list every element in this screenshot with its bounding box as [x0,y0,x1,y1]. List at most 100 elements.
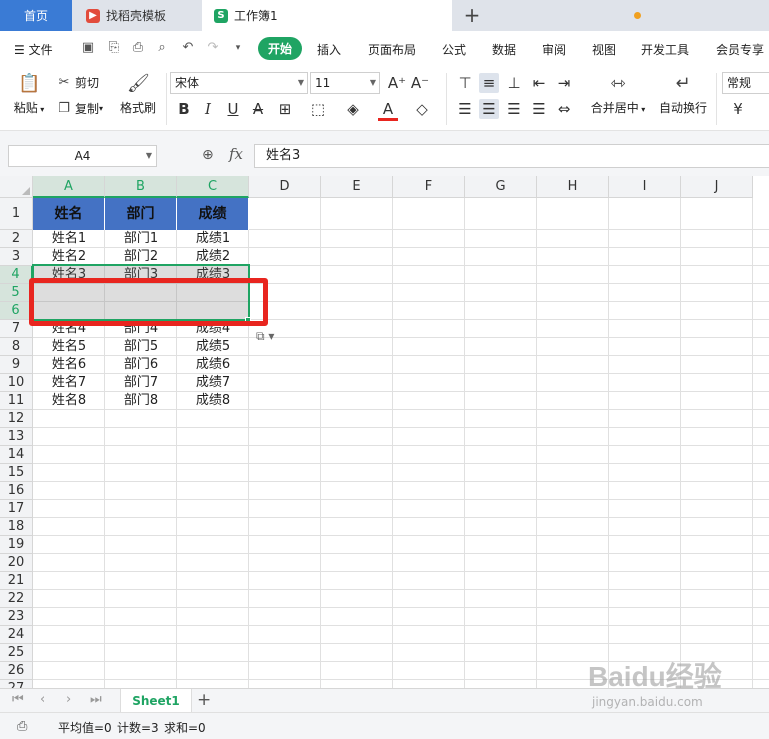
menu-insert[interactable]: 插入 [317,41,341,58]
distributed-icon[interactable]: ⇔ [554,99,574,119]
table-cell[interactable]: 成绩1 [177,230,249,248]
table-cell[interactable]: 成绩5 [177,338,249,356]
row-header-11[interactable]: 11 [0,392,33,410]
menu-member[interactable]: 会员专享 [716,41,764,58]
menu-data[interactable]: 数据 [492,41,516,58]
underline-icon[interactable]: U [223,99,243,119]
redo-icon[interactable]: ↷ [205,40,221,56]
paste-button[interactable]: 📋 粘贴 ▾ [10,73,48,116]
font-size-select[interactable]: 11 ▼ [310,72,380,94]
column-header-i[interactable]: I [609,176,681,198]
row-header-14[interactable]: 14 [0,446,33,464]
new-tab-icon[interactable]: + [461,4,483,26]
align-bottom-icon[interactable]: ⊥ [504,73,524,93]
export-pdf-icon[interactable]: ⎘ [106,40,122,56]
row-header-19[interactable]: 19 [0,536,33,554]
row-header-3[interactable]: 3 [0,248,33,266]
row-header-24[interactable]: 24 [0,626,33,644]
zoom-icon[interactable]: ⊕ [202,147,214,163]
row-header-12[interactable]: 12 [0,410,33,428]
table-cell[interactable]: 姓名5 [33,338,105,356]
formula-input[interactable]: 姓名3 [254,144,769,168]
copy-button[interactable]: ❐ 复制 ▾ [56,100,103,117]
last-sheet-icon[interactable]: ⏭ [90,692,102,707]
prev-sheet-icon[interactable]: ‹ [40,692,45,707]
table-cell[interactable]: 部门7 [105,374,177,392]
table-cell[interactable]: 成绩7 [177,374,249,392]
font-color-icon[interactable]: A [378,99,398,121]
table-cell[interactable]: 成绩8 [177,392,249,410]
row-header-27[interactable]: 27 [0,680,33,688]
fx-icon[interactable]: fx [229,145,243,163]
row-header-10[interactable]: 10 [0,374,33,392]
row-header-8[interactable]: 8 [0,338,33,356]
column-header-d[interactable]: D [249,176,321,198]
decrease-indent-icon[interactable]: ⇤ [529,73,549,93]
menu-developer[interactable]: 开发工具 [641,41,689,58]
file-menu[interactable]: ☰ 文件 [14,41,53,58]
select-all-corner[interactable] [0,176,33,198]
add-sheet-icon[interactable]: + [197,690,211,710]
customize-quick-access-icon[interactable]: ▾ [230,40,246,56]
print-preview-icon[interactable]: ⌕ [154,40,170,56]
italic-icon[interactable]: I [198,99,218,119]
sheet-tab-sheet1[interactable]: Sheet1 [120,689,192,713]
row-header-25[interactable]: 25 [0,644,33,662]
row-header-26[interactable]: 26 [0,662,33,680]
row-header-9[interactable]: 9 [0,356,33,374]
cut-button[interactable]: ✂ 剪切 [56,74,99,91]
decrease-font-icon[interactable]: A⁻ [410,73,430,93]
borders-icon[interactable]: ⊞ [275,99,295,119]
fill-color-icon[interactable]: ◈ [343,99,363,119]
currency-icon[interactable]: ¥ [728,99,748,119]
column-header-c[interactable]: C [177,176,249,198]
align-left-icon[interactable]: ☰ [455,99,475,119]
clear-format-icon[interactable]: ◇ [412,99,432,119]
column-header-e[interactable]: E [321,176,393,198]
row-header-21[interactable]: 21 [0,572,33,590]
menu-start[interactable]: 开始 [258,37,303,60]
increase-indent-icon[interactable]: ⇥ [554,73,574,93]
table-cell[interactable]: 姓名6 [33,356,105,374]
first-sheet-icon[interactable]: ⏮ [12,692,24,707]
spreadsheet-grid[interactable]: A B C D E F G H I J 1 2 3 4 5 6 7 8 9 10 11 12 13 14 15 16 17 18 19 2… [0,176,769,688]
menu-view[interactable]: 视图 [592,41,616,58]
row-header-15[interactable]: 15 [0,464,33,482]
number-format-select[interactable]: 常规 [722,72,769,94]
print-icon[interactable]: ⎙ [130,40,146,56]
table-cell[interactable]: 成绩6 [177,356,249,374]
column-header-a[interactable]: A [33,176,105,198]
table-cell[interactable]: 部门8 [105,392,177,410]
row-header-20[interactable]: 20 [0,554,33,572]
header-cell[interactable]: 部门 [105,198,177,230]
tab-workbook[interactable]: S 工作簿1 [202,0,641,31]
row-header-23[interactable]: 23 [0,608,33,626]
menu-formulas[interactable]: 公式 [442,41,466,58]
tab-home[interactable]: 首页 [0,0,72,31]
header-cell[interactable]: 姓名 [33,198,105,230]
row-header-22[interactable]: 22 [0,590,33,608]
merge-center-button[interactable]: ⇿ 合并居中 ▾ [586,73,650,116]
bold-icon[interactable]: B [174,99,194,119]
font-name-select[interactable]: 宋体 ▼ [170,72,308,94]
align-right-icon[interactable]: ☰ [504,99,524,119]
column-header-j[interactable]: J [681,176,753,198]
table-cell[interactable]: 部门6 [105,356,177,374]
table-cell[interactable]: 姓名8 [33,392,105,410]
column-header-f[interactable]: F [393,176,465,198]
wrap-text-button[interactable]: ↵ 自动换行 [655,73,711,116]
undo-icon[interactable]: ↶ [180,40,196,56]
insert-options-icon[interactable]: ⧉ ▾ [256,329,274,344]
row-header-2[interactable]: 2 [0,230,33,248]
table-cell[interactable]: 部门5 [105,338,177,356]
align-top-icon[interactable]: ⊤ [455,73,475,93]
format-painter-button[interactable]: 🖌 格式刷 [117,73,159,116]
justify-icon[interactable]: ☰ [529,99,549,119]
increase-font-icon[interactable]: A⁺ [387,73,407,93]
table-cell[interactable]: 部门1 [105,230,177,248]
menu-page-layout[interactable]: 页面布局 [368,41,416,58]
column-header-g[interactable]: G [465,176,537,198]
menu-review[interactable]: 审阅 [542,41,566,58]
next-sheet-icon[interactable]: › [66,692,71,707]
strikethrough-icon[interactable]: A [248,99,268,119]
